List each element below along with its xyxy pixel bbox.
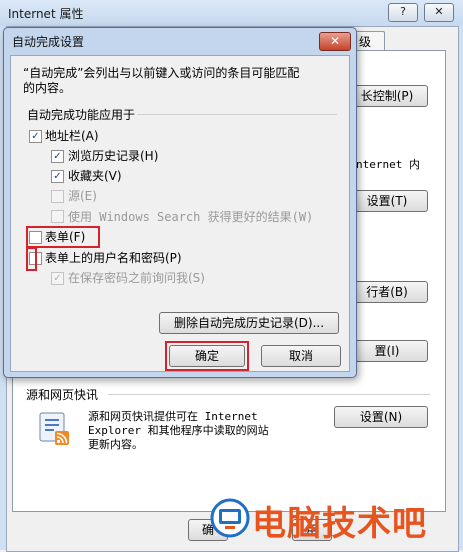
feeds-checkbox[interactable] [51,190,64,203]
dialog-title: 自动完成设置 [12,35,85,49]
watermark-text: 电脑技术吧 [252,504,427,544]
feeds-group-label: 源和网页快讯 [26,388,99,402]
autocomplete-settings-dialog: 自动完成设置 ✕ “自动完成”会列出与以前键入或访问的条目可能匹配 的内容。 自… [3,27,357,378]
favorites-label: 收藏夹(V) [68,169,122,183]
ask-before-saving-checkbox[interactable]: ✓ [51,272,64,285]
feeds-desc-line: Explorer 和其他程序中读取的网站 [88,424,269,437]
close-icon: ✕ [329,34,341,48]
description-line: 的内容。 [23,81,72,95]
windows-search-checkbox[interactable] [51,210,64,223]
feeds-desc-line: 更新内容。 [88,438,143,451]
address-bar-checkbox[interactable]: ✓ [29,130,42,143]
outer-close-button[interactable]: ✕ [424,3,454,22]
passwords-highlight-box [26,247,37,271]
favorites-checkbox[interactable]: ✓ [51,170,64,183]
parental-controls-button[interactable]: 长控制(P) [346,85,428,107]
outer-window-title: Internet 属性 [8,7,84,21]
dialog-close-button[interactable]: ✕ [319,32,351,51]
browsing-history-label: 浏览历史记录(H) [68,149,159,163]
content-text: nternet 内 [356,158,420,171]
close-icon: ✕ [434,5,444,18]
tab-label: 级 [358,35,371,49]
windows-search-label: 使用 Windows Search 获得更好的结果(W) [68,210,314,224]
help-button[interactable]: ? [388,3,418,22]
watermark-logo-icon [210,498,250,538]
help-icon: ? [400,5,406,18]
outer-titlebar: Internet 属性 ? ✕ [0,0,463,26]
group-divider [108,394,430,395]
dialog-titlebar: 自动完成设置 ✕ [4,28,356,54]
feeds-icon [38,412,72,446]
browsing-history-checkbox[interactable]: ✓ [51,150,64,163]
feeds-label: 源(E) [68,189,97,203]
watermark: 电脑技术吧 [210,494,460,544]
settings-i-button[interactable]: 置(I) [346,340,428,362]
publishers-button[interactable]: 行者(B) [346,281,428,303]
address-bar-label: 地址栏(A) [45,129,99,143]
dialog-cancel-button[interactable]: 取消 [261,345,341,367]
delete-autocomplete-history-button[interactable]: 删除自动完成历史记录(D)... [159,312,339,334]
feeds-settings-button[interactable]: 设置(N) [334,406,428,428]
feeds-desc-line: 源和网页快讯提供可在 Internet [88,410,258,423]
description-line: “自动完成”会列出与以前键入或访问的条目可能匹配 [23,66,300,80]
dialog-description: “自动完成”会列出与以前键入或访问的条目可能匹配 的内容。 [23,66,299,96]
ok-highlight-box [165,341,249,371]
group-label: 自动完成功能应用于 [27,108,136,122]
group-divider [137,114,337,115]
ask-before-saving-label: 在保存密码之前询问我(S) [68,271,205,285]
autocomplete-settings-button[interactable]: 设置(T) [346,190,428,212]
forms-highlight-box [26,226,100,248]
dialog-body: “自动完成”会列出与以前键入或访问的条目可能匹配 的内容。 自动完成功能应用于 … [10,55,350,372]
feeds-description: 源和网页快讯提供可在 Internet Explorer 和其他程序中读取的网站… [88,410,269,452]
usernames-passwords-label: 表单上的用户名和密码(P) [45,251,182,265]
